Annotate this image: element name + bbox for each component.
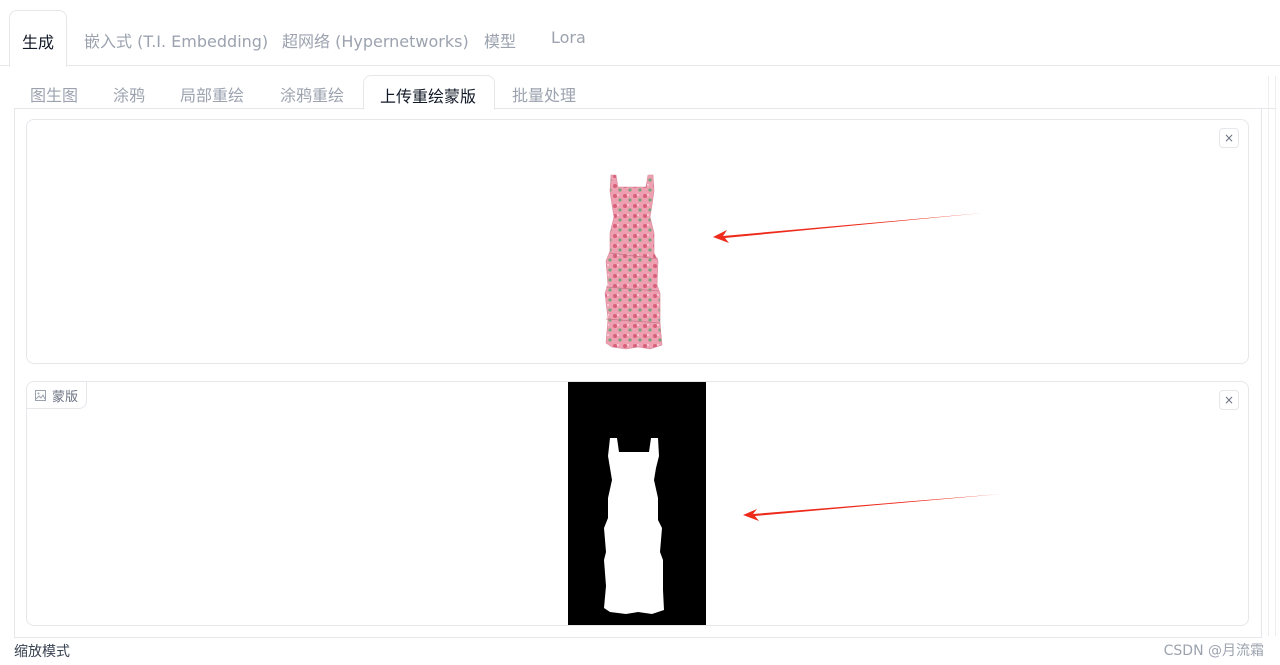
tab-sketch[interactable]: 涂鸦 <box>113 82 145 106</box>
dress-image <box>604 174 663 350</box>
tab-inpaint-sketch[interactable]: 涂鸦重绘 <box>280 82 344 106</box>
tab-inpaint[interactable]: 局部重绘 <box>180 82 244 106</box>
tab-inpaint-upload[interactable]: 上传重绘蒙版 <box>363 75 495 110</box>
tab-lora[interactable]: Lora <box>551 28 586 47</box>
close-icon: × <box>1223 131 1235 145</box>
tab-generate[interactable]: 生成 <box>9 10 67 67</box>
dress-silhouette <box>604 438 664 614</box>
clear-image-button[interactable]: × <box>1219 128 1239 148</box>
tab-batch[interactable]: 批量处理 <box>512 82 576 106</box>
mask-label: 蒙版 <box>27 382 88 409</box>
clear-mask-button[interactable]: × <box>1219 390 1239 410</box>
tab-model[interactable]: 模型 <box>484 28 516 52</box>
scrollbar[interactable] <box>1268 76 1276 636</box>
red-arrow-annotation <box>713 213 983 243</box>
tab-img2img[interactable]: 图生图 <box>30 82 78 106</box>
image-icon <box>35 389 46 401</box>
resize-mode-label: 缩放模式 <box>14 644 70 660</box>
mask-image <box>568 382 706 625</box>
sub-tab-bar: 图生图 涂鸦 局部重绘 涂鸦重绘 上传重绘蒙版 批量处理 <box>14 74 1276 110</box>
mask-image-upload[interactable]: 蒙版 × <box>26 381 1249 626</box>
red-arrow-annotation <box>743 494 1001 521</box>
tab-ti-embedding[interactable]: 嵌入式 (T.I. Embedding) <box>84 28 268 52</box>
close-icon: × <box>1223 393 1235 407</box>
tab-hypernetworks[interactable]: 超网络 (Hypernetworks) <box>282 28 469 52</box>
top-tab-bar: 生成 嵌入式 (T.I. Embedding) 超网络 (Hypernetwor… <box>0 0 1280 67</box>
mask-label-text: 蒙版 <box>52 389 79 405</box>
source-image-upload[interactable]: × <box>26 119 1249 364</box>
watermark: CSDN @月流霜 <box>1163 643 1264 659</box>
